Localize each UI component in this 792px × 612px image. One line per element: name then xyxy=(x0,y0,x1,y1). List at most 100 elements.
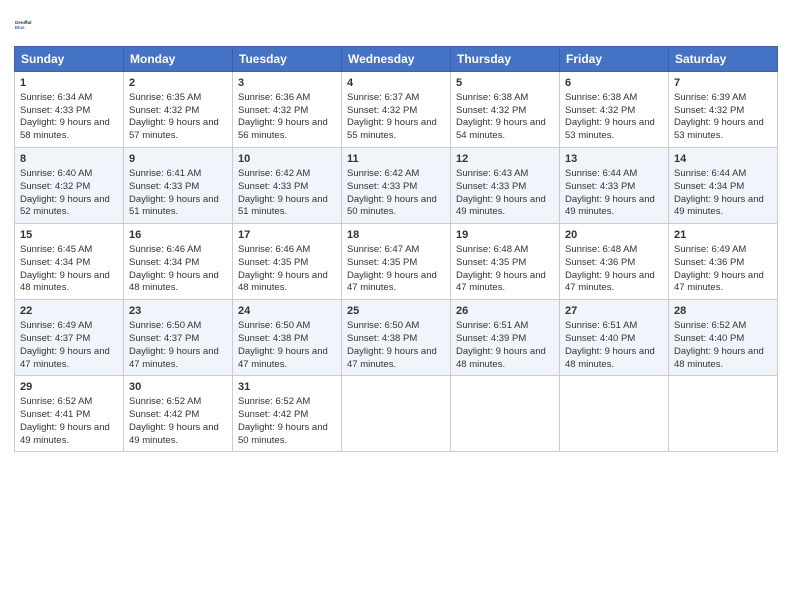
daylight-label: Daylight: 9 hours and 49 minutes. xyxy=(20,422,110,446)
sunset-label: Sunset: 4:33 PM xyxy=(129,181,199,192)
sunset-label: Sunset: 4:32 PM xyxy=(347,105,417,116)
day-number: 14 xyxy=(674,152,772,167)
daylight-label: Daylight: 9 hours and 48 minutes. xyxy=(565,346,655,370)
day-number: 22 xyxy=(20,304,118,319)
day-number: 24 xyxy=(238,304,336,319)
sunset-label: Sunset: 4:33 PM xyxy=(347,181,417,192)
sunset-label: Sunset: 4:42 PM xyxy=(129,409,199,420)
daylight-label: Daylight: 9 hours and 47 minutes. xyxy=(347,270,437,294)
day-cell-9: 9 Sunrise: 6:41 AM Sunset: 4:33 PM Dayli… xyxy=(124,148,233,224)
sunset-label: Sunset: 4:38 PM xyxy=(347,333,417,344)
sunrise-label: Sunrise: 6:51 AM xyxy=(456,320,528,331)
sunset-label: Sunset: 4:33 PM xyxy=(20,105,90,116)
daylight-label: Daylight: 9 hours and 49 minutes. xyxy=(674,194,764,218)
daylight-label: Daylight: 9 hours and 55 minutes. xyxy=(347,117,437,141)
empty-cell xyxy=(451,376,560,452)
sunrise-label: Sunrise: 6:46 AM xyxy=(129,244,201,255)
day-cell-26: 26 Sunrise: 6:51 AM Sunset: 4:39 PM Dayl… xyxy=(451,300,560,376)
header: General Blue xyxy=(14,10,778,38)
daylight-label: Daylight: 9 hours and 48 minutes. xyxy=(129,270,219,294)
day-number: 11 xyxy=(347,152,445,167)
week-row-3: 15 Sunrise: 6:45 AM Sunset: 4:34 PM Dayl… xyxy=(15,224,778,300)
daylight-label: Daylight: 9 hours and 48 minutes. xyxy=(20,270,110,294)
day-cell-3: 3 Sunrise: 6:36 AM Sunset: 4:32 PM Dayli… xyxy=(233,72,342,148)
day-number: 16 xyxy=(129,228,227,243)
sunrise-label: Sunrise: 6:49 AM xyxy=(674,244,746,255)
day-number: 13 xyxy=(565,152,663,167)
sunrise-label: Sunrise: 6:44 AM xyxy=(674,168,746,179)
day-number: 30 xyxy=(129,380,227,395)
day-cell-22: 22 Sunrise: 6:49 AM Sunset: 4:37 PM Dayl… xyxy=(15,300,124,376)
logo-icon: General Blue xyxy=(14,10,42,38)
sunrise-label: Sunrise: 6:34 AM xyxy=(20,92,92,103)
sunset-label: Sunset: 4:32 PM xyxy=(674,105,744,116)
week-row-4: 22 Sunrise: 6:49 AM Sunset: 4:37 PM Dayl… xyxy=(15,300,778,376)
sunset-label: Sunset: 4:32 PM xyxy=(456,105,526,116)
daylight-label: Daylight: 9 hours and 56 minutes. xyxy=(238,117,328,141)
day-number: 6 xyxy=(565,76,663,91)
day-cell-29: 29 Sunrise: 6:52 AM Sunset: 4:41 PM Dayl… xyxy=(15,376,124,452)
daylight-label: Daylight: 9 hours and 48 minutes. xyxy=(456,346,546,370)
day-number: 2 xyxy=(129,76,227,91)
day-cell-8: 8 Sunrise: 6:40 AM Sunset: 4:32 PM Dayli… xyxy=(15,148,124,224)
day-cell-16: 16 Sunrise: 6:46 AM Sunset: 4:34 PM Dayl… xyxy=(124,224,233,300)
daylight-label: Daylight: 9 hours and 48 minutes. xyxy=(238,270,328,294)
week-row-2: 8 Sunrise: 6:40 AM Sunset: 4:32 PM Dayli… xyxy=(15,148,778,224)
daylight-label: Daylight: 9 hours and 54 minutes. xyxy=(456,117,546,141)
header-monday: Monday xyxy=(124,47,233,72)
sunset-label: Sunset: 4:32 PM xyxy=(20,181,90,192)
sunrise-label: Sunrise: 6:44 AM xyxy=(565,168,637,179)
empty-cell xyxy=(669,376,778,452)
day-number: 18 xyxy=(347,228,445,243)
sunset-label: Sunset: 4:32 PM xyxy=(129,105,199,116)
header-sunday: Sunday xyxy=(15,47,124,72)
page: General Blue Sunday Monday Tuesday Wedne… xyxy=(0,0,792,612)
day-number: 3 xyxy=(238,76,336,91)
day-number: 23 xyxy=(129,304,227,319)
calendar-table: Sunday Monday Tuesday Wednesday Thursday… xyxy=(14,46,778,452)
sunrise-label: Sunrise: 6:47 AM xyxy=(347,244,419,255)
day-number: 19 xyxy=(456,228,554,243)
day-cell-20: 20 Sunrise: 6:48 AM Sunset: 4:36 PM Dayl… xyxy=(560,224,669,300)
sunset-label: Sunset: 4:38 PM xyxy=(238,333,308,344)
day-cell-28: 28 Sunrise: 6:52 AM Sunset: 4:40 PM Dayl… xyxy=(669,300,778,376)
day-cell-15: 15 Sunrise: 6:45 AM Sunset: 4:34 PM Dayl… xyxy=(15,224,124,300)
day-cell-18: 18 Sunrise: 6:47 AM Sunset: 4:35 PM Dayl… xyxy=(342,224,451,300)
daylight-label: Daylight: 9 hours and 57 minutes. xyxy=(129,117,219,141)
sunrise-label: Sunrise: 6:50 AM xyxy=(347,320,419,331)
day-cell-19: 19 Sunrise: 6:48 AM Sunset: 4:35 PM Dayl… xyxy=(451,224,560,300)
sunset-label: Sunset: 4:35 PM xyxy=(347,257,417,268)
day-number: 12 xyxy=(456,152,554,167)
day-number: 21 xyxy=(674,228,772,243)
day-cell-4: 4 Sunrise: 6:37 AM Sunset: 4:32 PM Dayli… xyxy=(342,72,451,148)
daylight-label: Daylight: 9 hours and 49 minutes. xyxy=(129,422,219,446)
sunset-label: Sunset: 4:37 PM xyxy=(20,333,90,344)
sunrise-label: Sunrise: 6:38 AM xyxy=(565,92,637,103)
sunrise-label: Sunrise: 6:35 AM xyxy=(129,92,201,103)
daylight-label: Daylight: 9 hours and 47 minutes. xyxy=(238,346,328,370)
day-number: 25 xyxy=(347,304,445,319)
sunrise-label: Sunrise: 6:43 AM xyxy=(456,168,528,179)
day-cell-24: 24 Sunrise: 6:50 AM Sunset: 4:38 PM Dayl… xyxy=(233,300,342,376)
sunset-label: Sunset: 4:36 PM xyxy=(674,257,744,268)
sunset-label: Sunset: 4:34 PM xyxy=(20,257,90,268)
sunrise-label: Sunrise: 6:36 AM xyxy=(238,92,310,103)
sunrise-label: Sunrise: 6:45 AM xyxy=(20,244,92,255)
day-number: 7 xyxy=(674,76,772,91)
day-number: 31 xyxy=(238,380,336,395)
day-cell-10: 10 Sunrise: 6:42 AM Sunset: 4:33 PM Dayl… xyxy=(233,148,342,224)
sunrise-label: Sunrise: 6:42 AM xyxy=(238,168,310,179)
daylight-label: Daylight: 9 hours and 49 minutes. xyxy=(456,194,546,218)
sunset-label: Sunset: 4:37 PM xyxy=(129,333,199,344)
header-friday: Friday xyxy=(560,47,669,72)
day-number: 9 xyxy=(129,152,227,167)
day-number: 29 xyxy=(20,380,118,395)
day-number: 20 xyxy=(565,228,663,243)
day-cell-23: 23 Sunrise: 6:50 AM Sunset: 4:37 PM Dayl… xyxy=(124,300,233,376)
weekday-header-row: Sunday Monday Tuesday Wednesday Thursday… xyxy=(15,47,778,72)
day-cell-31: 31 Sunrise: 6:52 AM Sunset: 4:42 PM Dayl… xyxy=(233,376,342,452)
daylight-label: Daylight: 9 hours and 47 minutes. xyxy=(347,346,437,370)
week-row-1: 1 Sunrise: 6:34 AM Sunset: 4:33 PM Dayli… xyxy=(15,72,778,148)
sunrise-label: Sunrise: 6:39 AM xyxy=(674,92,746,103)
day-cell-7: 7 Sunrise: 6:39 AM Sunset: 4:32 PM Dayli… xyxy=(669,72,778,148)
